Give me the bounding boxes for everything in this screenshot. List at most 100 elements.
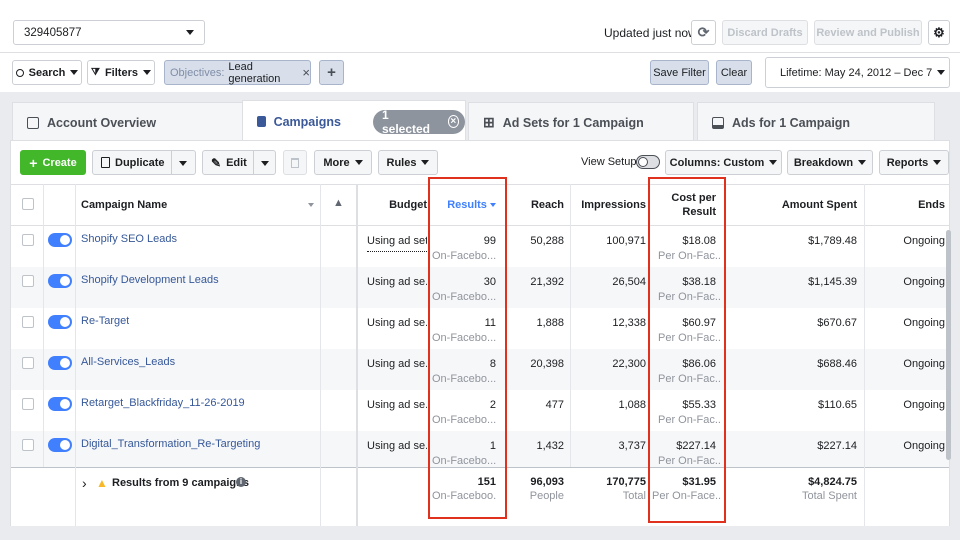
amount-spent-value: $110.65 xyxy=(818,399,857,411)
campaign-name-link[interactable]: Re-Target xyxy=(81,315,129,327)
campaign-name-link[interactable]: Retarget_Blackfriday_11-26-2019 xyxy=(81,397,245,409)
view-setup-toggle[interactable] xyxy=(636,155,660,169)
clear-filter-button[interactable]: Clear xyxy=(716,60,752,85)
refresh-button[interactable]: ⟳ xyxy=(691,20,716,45)
info-icon[interactable]: i xyxy=(236,477,246,487)
column-header-budget[interactable]: Budget xyxy=(360,199,427,211)
tab-account-overview[interactable]: Account Overview xyxy=(12,102,244,142)
column-divider xyxy=(356,467,358,526)
delete-button[interactable] xyxy=(283,150,307,175)
rules-label: Rules xyxy=(386,156,417,169)
date-range-picker[interactable]: Lifetime: May 24, 2012 – Dec 7 xyxy=(765,57,950,88)
review-publish-button[interactable]: Review and Publish xyxy=(814,20,922,45)
edit-button[interactable]: ✎ Edit xyxy=(202,150,276,175)
save-filter-label: Save Filter xyxy=(653,66,706,79)
row-checkbox[interactable] xyxy=(22,398,34,410)
ads-icon xyxy=(712,116,724,129)
column-divider xyxy=(320,467,321,526)
duplicate-button[interactable]: Duplicate xyxy=(92,150,196,175)
selected-pill[interactable]: 1 selected × xyxy=(372,107,465,136)
campaign-name-link[interactable]: All-Services_Leads xyxy=(81,356,175,368)
column-header-ends[interactable]: Ends xyxy=(870,199,945,211)
campaign-toggle[interactable] xyxy=(48,315,72,329)
breakdown-label: Breakdown xyxy=(793,156,854,169)
settings-button[interactable]: ⚙ xyxy=(928,20,950,45)
campaign-toggle[interactable] xyxy=(48,438,72,452)
chevron-down-icon xyxy=(937,70,946,75)
ends-value: Ongoing xyxy=(903,399,945,411)
discard-drafts-button[interactable]: Discard Drafts xyxy=(722,20,808,45)
columns-button[interactable]: Columns: Custom xyxy=(665,150,782,175)
chevron-down-icon xyxy=(142,70,151,75)
refresh-icon: ⟳ xyxy=(697,24,710,40)
duplicate-label: Duplicate xyxy=(115,156,165,169)
sort-desc-icon[interactable] xyxy=(308,203,314,207)
reports-button[interactable]: Reports xyxy=(879,150,949,175)
campaign-name-link[interactable]: Shopify SEO Leads xyxy=(81,233,177,245)
chip-value: Lead generation xyxy=(228,60,281,85)
campaign-toggle[interactable] xyxy=(48,397,72,411)
split-divider xyxy=(171,151,172,174)
tab-ad-sets-label: Ad Sets for 1 Campaign xyxy=(502,115,644,130)
chevron-down-icon[interactable] xyxy=(261,161,269,166)
row-checkbox[interactable] xyxy=(22,357,34,369)
column-header-reach[interactable]: Reach xyxy=(508,199,564,211)
row-checkbox[interactable] xyxy=(22,316,34,328)
cost-per-result-column-highlight xyxy=(648,177,726,523)
rules-button[interactable]: Rules xyxy=(378,150,438,175)
row-checkbox[interactable] xyxy=(22,275,34,287)
ends-value: Ongoing xyxy=(903,440,945,452)
chevron-down-icon xyxy=(421,160,430,165)
budget-cell: Using ad se... xyxy=(367,317,427,329)
pencil-icon: ✎ xyxy=(211,155,222,170)
amount-spent-value: $688.46 xyxy=(817,358,857,370)
total-impressions-subtext: Total xyxy=(622,490,646,502)
columns-value: Custom xyxy=(723,156,765,169)
column-divider xyxy=(864,467,865,526)
column-header-name[interactable]: Campaign Name xyxy=(81,199,167,211)
impressions-value: 26,504 xyxy=(612,276,646,288)
impressions-value: 12,338 xyxy=(612,317,646,329)
save-filter-button[interactable]: Save Filter xyxy=(650,60,709,85)
filters-label: Filters xyxy=(104,66,138,79)
create-button[interactable]: + Create xyxy=(20,150,86,175)
search-label: Search xyxy=(28,66,66,79)
vertical-scrollbar[interactable] xyxy=(946,230,951,460)
total-amount-spent-value: $4,824.75 xyxy=(808,476,857,488)
budget-cell: Using ad set b xyxy=(367,235,427,252)
impressions-value: 1,088 xyxy=(618,399,646,411)
campaign-name-link[interactable]: Digital_Transformation_Re-Targeting xyxy=(81,438,260,450)
select-all-checkbox[interactable] xyxy=(22,198,34,210)
objective-filter-chip[interactable]: Objectives: Lead generation × xyxy=(164,60,311,85)
add-filter-button[interactable]: + xyxy=(319,60,344,85)
row-checkbox[interactable] xyxy=(22,439,34,451)
adsets-grid-icon: ⊞ xyxy=(483,114,495,130)
campaign-toggle[interactable] xyxy=(48,356,72,370)
chevron-down-icon[interactable] xyxy=(179,161,187,166)
breakdown-button[interactable]: Breakdown xyxy=(787,150,873,175)
campaign-toggle[interactable] xyxy=(48,233,72,247)
ends-value: Ongoing xyxy=(903,235,945,247)
duplicate-icon xyxy=(101,157,110,168)
selected-count: 1 selected xyxy=(381,107,430,136)
account-selector[interactable]: 329405877 xyxy=(13,20,205,45)
more-button[interactable]: More xyxy=(314,150,372,175)
close-icon[interactable]: × xyxy=(302,65,310,80)
campaign-toggle[interactable] xyxy=(48,274,72,288)
tab-ads[interactable]: Ads for 1 Campaign xyxy=(697,102,935,142)
column-header-impressions[interactable]: Impressions xyxy=(574,199,646,211)
close-icon[interactable]: × xyxy=(447,115,459,128)
filters-button[interactable]: ⧩ Filters xyxy=(87,60,155,85)
ends-value: Ongoing xyxy=(903,358,945,370)
row-checkbox[interactable] xyxy=(22,234,34,246)
date-range-label: Lifetime: May 24, 2012 – Dec 7 xyxy=(780,66,933,79)
chevron-right-icon[interactable]: › xyxy=(82,475,87,491)
search-button[interactable]: Search xyxy=(12,60,82,85)
columns-prefix: Columns: xyxy=(669,156,721,169)
column-header-amount-spent[interactable]: Amount Spent xyxy=(730,199,857,211)
tab-ad-sets[interactable]: ⊞ Ad Sets for 1 Campaign xyxy=(468,102,694,142)
campaign-name-link[interactable]: Shopify Development Leads xyxy=(81,274,219,286)
budget-cell: Using ad se... xyxy=(367,399,427,411)
reach-value: 21,392 xyxy=(530,276,564,288)
tab-campaigns[interactable]: Campaigns 1 selected × xyxy=(242,100,466,142)
